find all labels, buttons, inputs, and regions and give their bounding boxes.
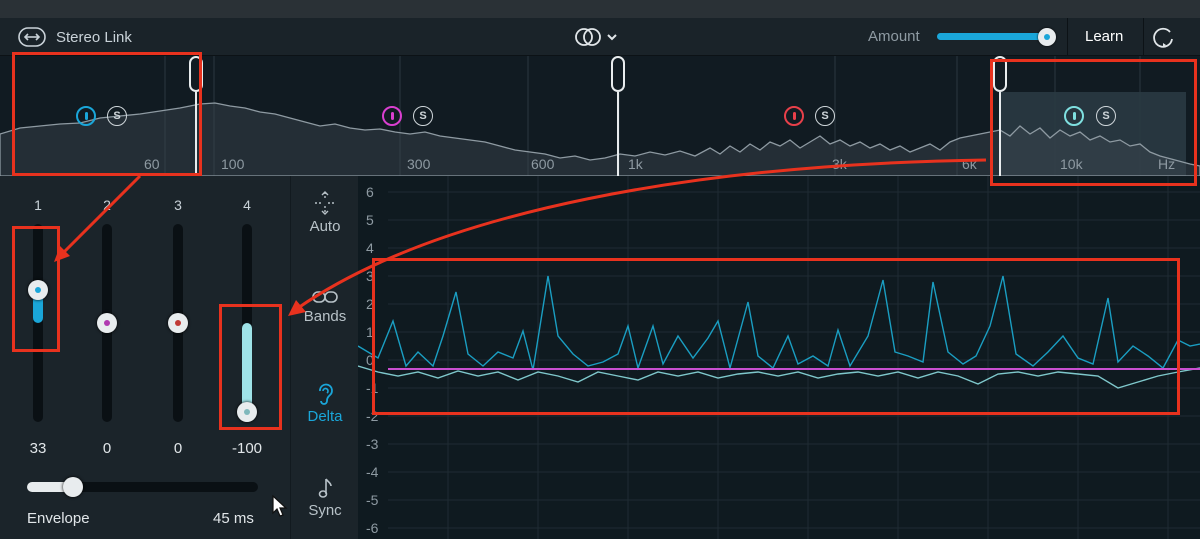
envelope-value: 45 ms bbox=[213, 510, 254, 527]
y-axis-label: 5 bbox=[366, 212, 374, 228]
mouse-cursor-icon bbox=[272, 494, 288, 517]
stereo-link-button[interactable]: Stereo Link bbox=[18, 26, 132, 48]
band-3-slider-knob[interactable] bbox=[168, 313, 188, 333]
band-1-solo-button[interactable]: S bbox=[107, 106, 127, 126]
mode-bands-button[interactable]: Bands bbox=[291, 288, 359, 325]
band-3-bypass-toggle[interactable] bbox=[784, 106, 804, 126]
band-4-bypass-toggle[interactable] bbox=[1064, 106, 1084, 126]
y-axis-label: -4 bbox=[366, 464, 379, 480]
freq-label: 600 bbox=[531, 156, 555, 172]
crossover-line-2 bbox=[617, 92, 619, 176]
band-3-number: 3 bbox=[174, 197, 182, 213]
delta-waveform-display[interactable]: 6 5 4 3 2 1 0 -1 -2 -3 -4 -5 -6 bbox=[358, 176, 1200, 539]
spectrum-display[interactable]: 60 100 300 600 1k 3k 6k 10k Hz S S S S bbox=[0, 56, 1200, 176]
band-4-value: -100 bbox=[231, 440, 263, 457]
y-axis-label: 1 bbox=[366, 324, 374, 340]
chevron-down-icon bbox=[607, 34, 617, 41]
mode-panel: Auto Bands Delta Sync bbox=[290, 176, 358, 539]
freq-label: 6k bbox=[962, 156, 977, 172]
mode-sync-label: Sync bbox=[308, 502, 342, 519]
toolbar-divider bbox=[1143, 18, 1144, 56]
band-1-bypass-toggle[interactable] bbox=[76, 106, 96, 126]
toolbar-divider bbox=[1067, 18, 1068, 56]
envelope-slider-knob[interactable] bbox=[63, 477, 84, 497]
stereo-link-label: Stereo Link bbox=[56, 28, 132, 46]
music-note-icon bbox=[318, 478, 332, 498]
freq-label: 300 bbox=[407, 156, 431, 172]
waveform-graph bbox=[358, 176, 1200, 539]
reset-button[interactable] bbox=[1150, 24, 1176, 55]
freq-label: 60 bbox=[144, 156, 160, 172]
learn-button[interactable]: Learn bbox=[1085, 28, 1123, 45]
stereo-link-icon bbox=[18, 27, 46, 47]
amount-slider[interactable] bbox=[937, 28, 1056, 46]
band-2-number: 2 bbox=[103, 197, 111, 213]
freq-label: 100 bbox=[221, 156, 245, 172]
y-axis-label: 4 bbox=[366, 240, 374, 256]
amount-label: Amount bbox=[868, 28, 920, 45]
crossover-handle-2[interactable] bbox=[611, 56, 625, 92]
amount-slider-knob[interactable] bbox=[1037, 28, 1056, 46]
freq-label: 1k bbox=[628, 156, 643, 172]
band-2-solo-button[interactable]: S bbox=[413, 106, 433, 126]
crossover-handle-3[interactable] bbox=[993, 56, 1007, 92]
mode-auto-label: Auto bbox=[309, 218, 341, 235]
crosshair-arrows-icon bbox=[315, 191, 335, 215]
refresh-icon bbox=[1153, 27, 1173, 48]
toolbar: Stereo Link Amount Learn bbox=[0, 18, 1200, 56]
stereo-mode-dropdown[interactable] bbox=[574, 26, 618, 48]
band-3-slider[interactable] bbox=[168, 224, 188, 422]
band-1-slider-knob[interactable] bbox=[28, 280, 48, 301]
link-icon bbox=[312, 291, 338, 303]
mode-sync-button[interactable]: Sync bbox=[291, 476, 359, 519]
band-2-slider[interactable] bbox=[97, 224, 117, 422]
waveform-delta bbox=[358, 275, 1200, 371]
freq-label: 3k bbox=[832, 156, 847, 172]
y-axis-label: 3 bbox=[366, 268, 374, 284]
amount-slider-fill bbox=[937, 33, 1047, 40]
mode-delta-label: Delta bbox=[307, 408, 343, 425]
band-4-slider-knob[interactable] bbox=[237, 402, 257, 422]
stereo-circles-icon bbox=[575, 28, 601, 46]
mode-auto-button[interactable]: Auto bbox=[291, 190, 359, 235]
y-axis-label: -2 bbox=[366, 408, 379, 424]
envelope-label: Envelope bbox=[27, 510, 90, 527]
crossover-line-1 bbox=[195, 92, 197, 176]
band-1-value: 33 bbox=[29, 440, 47, 457]
band-4-solo-button[interactable]: S bbox=[1096, 106, 1116, 126]
freq-unit-dropdown[interactable]: Hz bbox=[1158, 156, 1175, 172]
crossover-handle-1[interactable] bbox=[189, 56, 203, 92]
top-strip bbox=[0, 0, 1200, 18]
band-1-number: 1 bbox=[34, 197, 42, 213]
crossover-line-3 bbox=[999, 92, 1001, 176]
band-1-slider[interactable] bbox=[28, 224, 48, 422]
band-4-slider[interactable] bbox=[237, 224, 257, 422]
y-axis-label: -6 bbox=[366, 520, 379, 536]
envelope-slider[interactable] bbox=[27, 477, 258, 497]
band-amount-panel: 1 2 3 4 33 0 0 -100 Envelope 45 ms bbox=[0, 176, 290, 539]
band-3-solo-button[interactable]: S bbox=[815, 106, 835, 126]
y-axis-label: -3 bbox=[366, 436, 379, 452]
y-axis-label: 0 bbox=[366, 352, 374, 368]
mode-delta-button[interactable]: Delta bbox=[291, 382, 359, 425]
y-axis-label: 6 bbox=[366, 184, 374, 200]
y-axis-label: -5 bbox=[366, 492, 379, 508]
band-2-slider-knob[interactable] bbox=[97, 313, 117, 333]
band-2-value: 0 bbox=[102, 440, 112, 457]
y-axis-label: -1 bbox=[366, 380, 379, 396]
band-3-value: 0 bbox=[173, 440, 183, 457]
band-2-bypass-toggle[interactable] bbox=[382, 106, 402, 126]
spectrum-graph bbox=[0, 56, 1200, 176]
freq-label: 10k bbox=[1060, 156, 1083, 172]
band-4-number: 4 bbox=[243, 197, 251, 213]
y-axis-label: 2 bbox=[366, 296, 374, 312]
mode-bands-label: Bands bbox=[303, 308, 347, 325]
ear-icon bbox=[319, 383, 333, 405]
